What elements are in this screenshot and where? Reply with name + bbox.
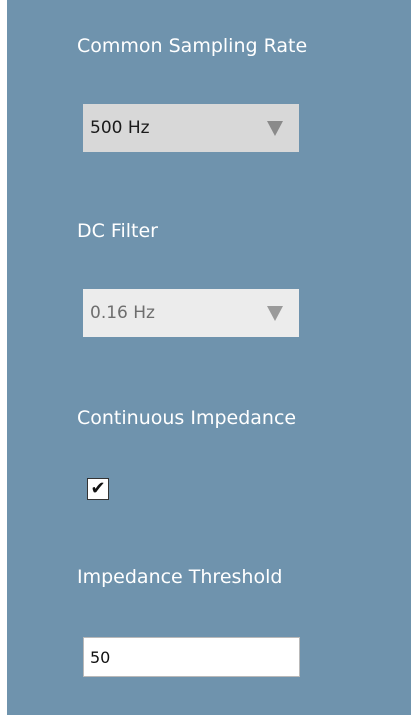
sampling-rate-dropdown[interactable]: 500 Hz [83, 104, 299, 152]
continuous-impedance-checkbox[interactable]: ✔ [87, 478, 109, 500]
impedance-threshold-label: Impedance Threshold [77, 566, 283, 588]
triangle-down-icon [267, 305, 283, 321]
checkmark-icon: ✔ [90, 478, 106, 499]
sampling-rate-label: Common Sampling Rate [77, 35, 308, 57]
dc-filter-value: 0.16 Hz [90, 303, 155, 323]
settings-panel: Common Sampling Rate 500 Hz DC Filter 0.… [7, 0, 411, 715]
triangle-down-icon [267, 120, 283, 136]
continuous-impedance-label: Continuous Impedance [77, 407, 297, 429]
impedance-threshold-input[interactable] [83, 637, 300, 677]
dc-filter-dropdown[interactable]: 0.16 Hz [83, 289, 299, 337]
dc-filter-label: DC Filter [77, 220, 158, 242]
sampling-rate-value: 500 Hz [90, 118, 150, 138]
